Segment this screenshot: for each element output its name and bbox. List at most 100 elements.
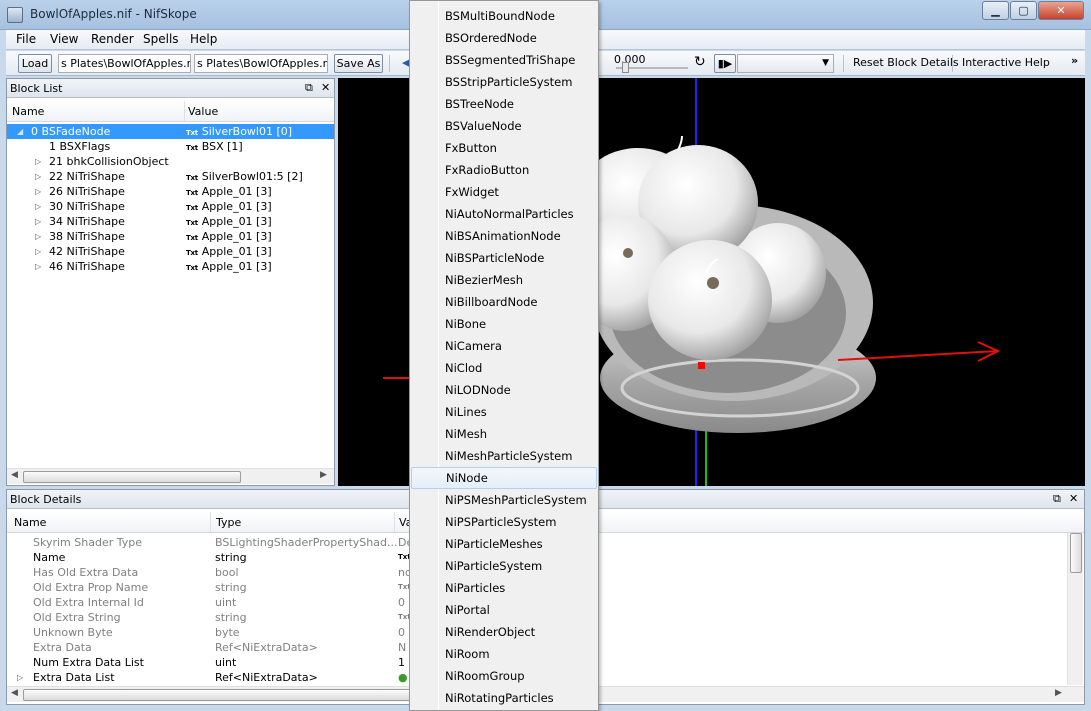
block-list-row[interactable]: 1 BSXFlags Txt BSX [1] xyxy=(7,139,334,154)
menu-item-ninode[interactable]: NiNode xyxy=(411,467,597,489)
column-name[interactable]: Name xyxy=(14,516,46,529)
menu-item-nilodnode[interactable]: NiLODNode xyxy=(411,379,597,401)
menu-item-nibsanimationnode[interactable]: NiBSAnimationNode xyxy=(411,225,597,247)
expand-arrow-icon[interactable]: ▷ xyxy=(35,184,41,199)
block-value-text: Apple_01 [3] xyxy=(201,230,272,243)
loop-icon[interactable]: ↻ xyxy=(694,54,706,70)
toolbar-overflow-icon[interactable]: » xyxy=(1071,54,1078,67)
block-list-row[interactable]: ▷ 26 NiTriShape Txt Apple_01 [3] xyxy=(7,184,334,199)
menu-item-bsorderednode[interactable]: BSOrderedNode xyxy=(411,27,597,49)
load-path-field[interactable]: s Plates\BowlOfApples.nif xyxy=(58,54,191,73)
menu-item-nibillboardnode[interactable]: NiBillboardNode xyxy=(411,291,597,313)
menu-item-nipsmeshparticlesystem[interactable]: NiPSMeshParticleSystem xyxy=(411,489,597,511)
menu-item-niroomgroup[interactable]: NiRoomGroup xyxy=(411,665,597,687)
block-list-header: Name Value xyxy=(7,101,334,122)
menu-item-nibsparticlenode[interactable]: NiBSParticleNode xyxy=(411,247,597,269)
block-list-row[interactable]: ◢ 0 BSFadeNode Txt SilverBowl01 [0] xyxy=(7,124,334,139)
close-icon[interactable]: ✕ xyxy=(1038,1,1084,20)
save-as-button[interactable]: Save As xyxy=(334,54,383,73)
txt-tag: Txt xyxy=(186,249,198,257)
menu-item-nibone[interactable]: NiBone xyxy=(411,313,597,335)
detail-type: string xyxy=(215,581,247,594)
menu-item-niparticles[interactable]: NiParticles xyxy=(411,577,597,599)
expand-arrow-icon[interactable]: ▷ xyxy=(35,199,41,214)
time-slider-handle[interactable] xyxy=(622,62,629,73)
menu-item-niautonormalparticles[interactable]: NiAutoNormalParticles xyxy=(411,203,597,225)
float-icon[interactable]: ⧉ xyxy=(1053,492,1061,506)
menu-item-bssegmentedtrishape[interactable]: BSSegmentedTriShape xyxy=(411,49,597,71)
block-list-row[interactable]: ▷ 38 NiTriShape Txt Apple_01 [3] xyxy=(7,229,334,244)
menu-item-nicamera[interactable]: NiCamera xyxy=(411,335,597,357)
block-list-row[interactable]: ▷ 42 NiTriShape Txt Apple_01 [3] xyxy=(7,244,334,259)
menu-item-nibeziermesh[interactable]: NiBezierMesh xyxy=(411,269,597,291)
column-type[interactable]: Type xyxy=(216,516,241,529)
menu-help[interactable]: Help xyxy=(190,32,217,46)
menu-render[interactable]: Render xyxy=(91,32,134,46)
expanded-arrow-icon[interactable]: ◢ xyxy=(17,124,23,139)
menu-item-bsstripparticlesystem[interactable]: BSStripParticleSystem xyxy=(411,71,597,93)
block-list-row[interactable]: ▷ 30 NiTriShape Txt Apple_01 [3] xyxy=(7,199,334,214)
animation-select[interactable]: ▼ xyxy=(737,54,834,73)
link-icon[interactable]: ● xyxy=(398,670,408,685)
column-name[interactable]: Name xyxy=(12,105,44,118)
menu-item-niportal[interactable]: NiPortal xyxy=(411,599,597,621)
block-list-row[interactable]: ▷ 34 NiTriShape Txt Apple_01 [3] xyxy=(7,214,334,229)
float-icon[interactable]: ⧉ xyxy=(305,81,313,95)
scroll-thumb[interactable] xyxy=(23,471,241,483)
save-path-field[interactable]: s Plates\BowlOfApples.nif xyxy=(194,54,328,73)
detail-type: string xyxy=(215,551,247,564)
menu-item-niclod[interactable]: NiClod xyxy=(411,357,597,379)
close-icon[interactable]: ✕ xyxy=(321,81,330,94)
menu-spells[interactable]: Spells xyxy=(143,32,179,46)
block-list-row[interactable]: ▷ 21 bhkCollisionObject xyxy=(7,154,334,169)
menu-item-nilines[interactable]: NiLines xyxy=(411,401,597,423)
menu-item-nirenderobject[interactable]: NiRenderObject xyxy=(411,621,597,643)
menu-file[interactable]: File xyxy=(16,32,36,46)
block-name: 34 NiTriShape xyxy=(49,215,125,228)
menu-item-fxwidget[interactable]: FxWidget xyxy=(411,181,597,203)
expand-arrow-icon[interactable]: ▷ xyxy=(35,154,41,169)
detail-type: string xyxy=(215,611,247,624)
expand-arrow-icon[interactable]: ▷ xyxy=(35,259,41,274)
scroll-right-icon[interactable]: ▶ xyxy=(320,470,327,480)
column-value[interactable]: Value xyxy=(188,105,218,118)
block-list-row[interactable]: ▷ 46 NiTriShape Txt Apple_01 [3] xyxy=(7,259,334,274)
block-value-text: BSX [1] xyxy=(201,140,243,153)
menu-item-fxbutton[interactable]: FxButton xyxy=(411,137,597,159)
menu-item-niparticlemeshes[interactable]: NiParticleMeshes xyxy=(411,533,597,555)
menu-item-bsmultiboundnode[interactable]: BSMultiBoundNode xyxy=(411,5,597,27)
maximize-icon[interactable]: ▢ xyxy=(1010,1,1037,20)
scroll-left-icon[interactable]: ◀ xyxy=(11,688,18,698)
interactive-help-button[interactable]: Interactive Help xyxy=(962,56,1050,69)
expand-arrow-icon[interactable]: ▷ xyxy=(35,244,41,259)
reset-block-details-button[interactable]: Reset Block Details xyxy=(853,56,959,69)
menu-item-niparticlesystem[interactable]: NiParticleSystem xyxy=(411,555,597,577)
minimize-icon[interactable]: ▁ xyxy=(982,1,1009,20)
expand-arrow-icon[interactable]: ▷ xyxy=(35,229,41,244)
load-button[interactable]: Load xyxy=(18,54,52,73)
expand-arrow-icon[interactable]: ▷ xyxy=(35,169,41,184)
block-list-title: Block List xyxy=(7,79,334,98)
menu-item-nipsparticlesystem[interactable]: NiPSParticleSystem xyxy=(411,511,597,533)
scroll-right-icon[interactable]: ▶ xyxy=(1055,688,1062,698)
detail-name: Unknown Byte xyxy=(33,626,113,639)
menu-item-bsvaluenode[interactable]: BSValueNode xyxy=(411,115,597,137)
menu-item-nimesh[interactable]: NiMesh xyxy=(411,423,597,445)
menu-item-bstreenode[interactable]: BSTreeNode xyxy=(411,93,597,115)
menu-item-fxradiobutton[interactable]: FxRadioButton xyxy=(411,159,597,181)
detail-type: byte xyxy=(215,626,240,639)
menu-item-nimeshparticlesystem[interactable]: NiMeshParticleSystem xyxy=(411,445,597,467)
block-details-vscrollbar[interactable] xyxy=(1067,533,1083,685)
close-icon[interactable]: ✕ xyxy=(1069,492,1078,505)
block-list-hscrollbar[interactable]: ◀ ▶ xyxy=(7,468,334,484)
detail-value: N xyxy=(398,641,407,654)
expand-arrow-icon[interactable]: ▷ xyxy=(35,214,41,229)
scroll-left-icon[interactable]: ◀ xyxy=(11,470,18,480)
menu-item-niroom[interactable]: NiRoom xyxy=(411,643,597,665)
menu-view[interactable]: View xyxy=(50,32,78,46)
expand-arrow-icon[interactable]: ▷ xyxy=(17,670,23,685)
menu-item-nirotatingparticles[interactable]: NiRotatingParticles xyxy=(411,687,597,709)
switch-animation-icon[interactable]: ▮▶ xyxy=(714,54,736,73)
scroll-thumb[interactable] xyxy=(1070,533,1082,573)
block-list-row[interactable]: ▷ 22 NiTriShape Txt SilverBowl01:5 [2] xyxy=(7,169,334,184)
